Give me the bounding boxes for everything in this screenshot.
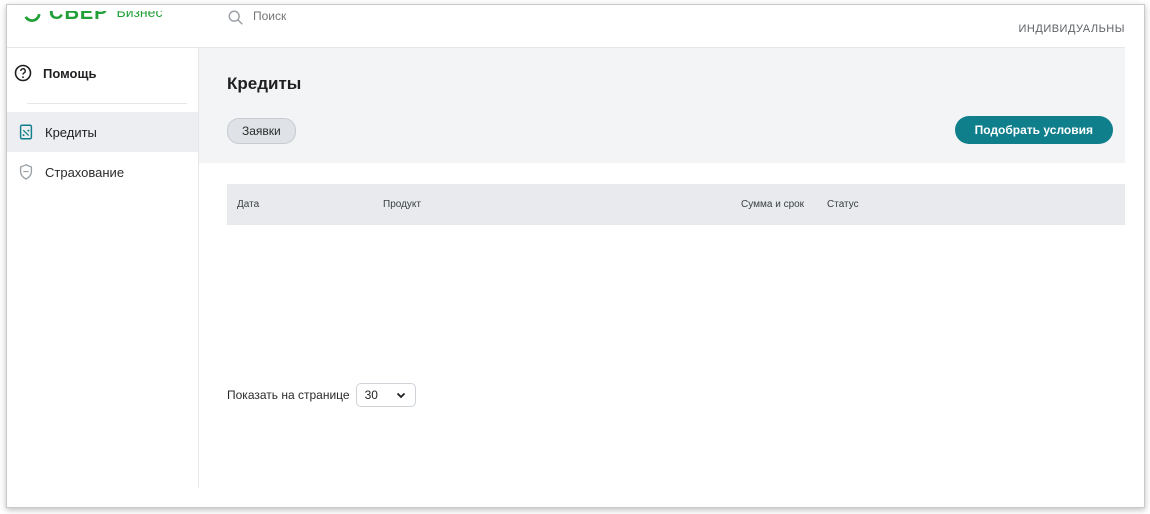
sber-logo-icon	[24, 13, 41, 22]
sidebar-help-label: Помощь	[43, 65, 97, 81]
company-name[interactable]: ИНДИВИДУАЛЬНЫ	[1019, 23, 1125, 35]
sidebar-item-insurance[interactable]: Страхование	[7, 152, 198, 192]
sber-logo[interactable]: СБЕР Бизнес	[23, 11, 162, 31]
tab-applications[interactable]: Заявки	[227, 118, 296, 144]
select-terms-button[interactable]: Подобрать условия	[954, 116, 1113, 144]
sidebar-item-credits[interactable]: Кредиты	[7, 112, 198, 152]
column-header-date[interactable]: Дата	[237, 199, 259, 210]
sidebar-item-label: Страхование	[45, 164, 125, 180]
page-size-value: 30	[364, 388, 378, 402]
help-icon	[14, 64, 32, 82]
table-header: Дата Продукт Сумма и срок Статус	[227, 184, 1125, 225]
top-bar: СБЕР Бизнес ИНДИВИДУАЛЬНЫ	[7, 5, 1125, 48]
logo-text: СБЕР	[49, 11, 109, 24]
column-header-amount-term[interactable]: Сумма и срок	[741, 199, 804, 210]
credit-document-icon	[19, 124, 33, 140]
search-input[interactable]	[253, 9, 453, 23]
shield-icon	[19, 164, 33, 180]
sidebar-item-help[interactable]: Помощь	[7, 62, 96, 84]
search-box[interactable]	[227, 9, 453, 33]
page-title: Кредиты	[227, 74, 302, 93]
column-header-product[interactable]: Продукт	[383, 199, 421, 210]
chevron-down-icon	[396, 392, 405, 399]
column-header-status[interactable]: Статус	[827, 199, 859, 210]
sidebar-item-label: Кредиты	[45, 124, 97, 140]
page-size-label: Показать на странице	[227, 388, 350, 402]
page-header: Кредиты Заявки Подобрать условия	[199, 48, 1125, 163]
search-icon	[228, 10, 243, 25]
sidebar: Помощь Кредиты Страхование	[7, 48, 199, 488]
sidebar-divider	[27, 103, 187, 104]
page-size-control: Показать на странице 30	[227, 383, 416, 407]
page-size-select[interactable]: 30	[355, 383, 416, 407]
app-window: СБЕР Бизнес ИНДИВИДУАЛЬНЫ Помощь	[6, 4, 1145, 508]
logo-subtitle: Бизнес	[116, 11, 163, 20]
